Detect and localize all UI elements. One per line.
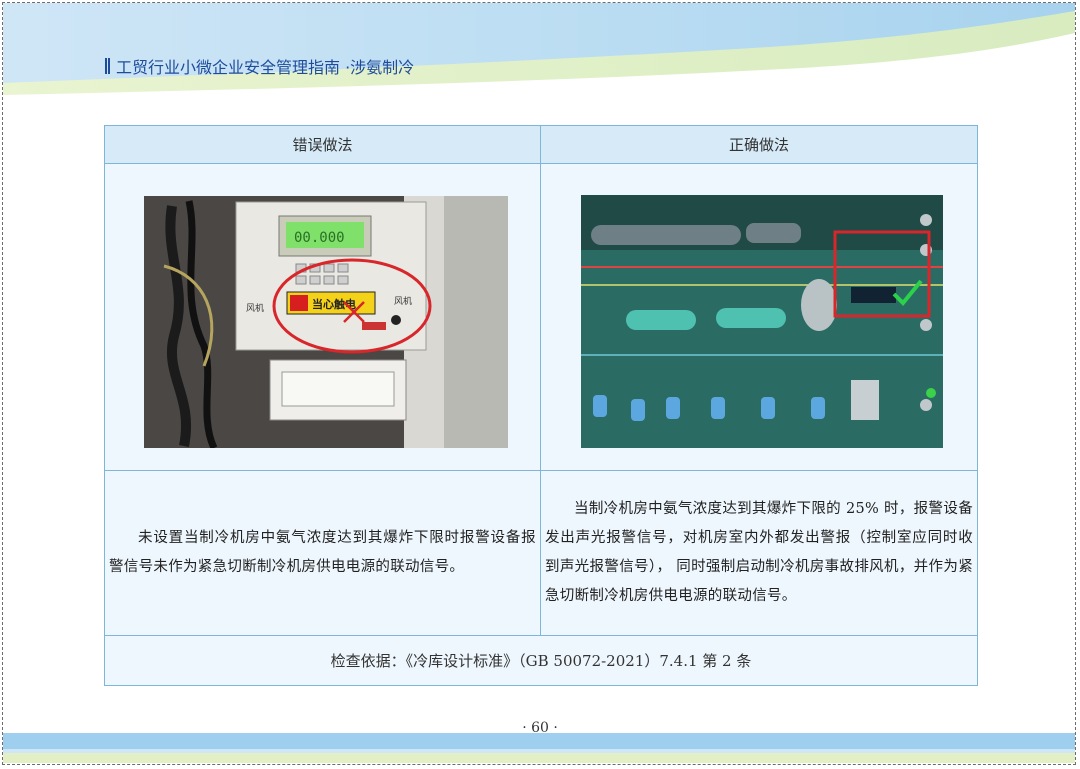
lcd-readout: 00.000	[294, 230, 345, 246]
right-photo-cell	[541, 164, 977, 471]
page-number: · 60 ·	[522, 720, 558, 736]
running-header-title: 工贸行业小微企业安全管理指南 ·涉氨制冷	[116, 58, 415, 77]
wrong-photo-cell: 00.000 当心触电 风机 风机	[105, 164, 541, 471]
cabinet-label-right: 风机	[394, 295, 412, 307]
running-header: 工贸行业小微企业安全管理指南 ·涉氨制冷	[105, 54, 414, 78]
cabinet-label-left: 风机	[246, 302, 264, 314]
column-header-right: 正确做法	[541, 126, 977, 164]
wrong-description: 未设置当制冷机房中氨气浓度达到其爆炸下限时报警设备报警信号未作为紧急切断制冷机房…	[109, 530, 536, 575]
column-header-wrong: 错误做法	[105, 126, 541, 164]
header-bar-icon	[105, 58, 110, 74]
right-description-cell: 当制冷机房中氨气浓度达到其爆炸下限的 25% 时，报警设备发出声光报警信号，对机…	[541, 471, 977, 636]
comparison-table: 错误做法 正确做法 00.000 当心触电 风机 风机 未设置当制冷机房中氨气浓…	[104, 125, 978, 686]
correct-practice-photo	[581, 195, 943, 448]
inspection-basis: 检查依据：《冷库设计标准》（GB 50072-2021）7.4.1 第 2 条	[330, 652, 752, 670]
right-description: 当制冷机房中氨气浓度达到其爆炸下限的 25% 时，报警设备发出声光报警信号，对机…	[545, 501, 973, 604]
footer-band-decoration	[3, 733, 1075, 763]
wrong-description-cell: 未设置当制冷机房中氨气浓度达到其爆炸下限时报警设备报警信号未作为紧急切断制冷机房…	[105, 471, 541, 636]
wrong-practice-photo: 00.000 当心触电 风机 风机	[144, 196, 508, 448]
